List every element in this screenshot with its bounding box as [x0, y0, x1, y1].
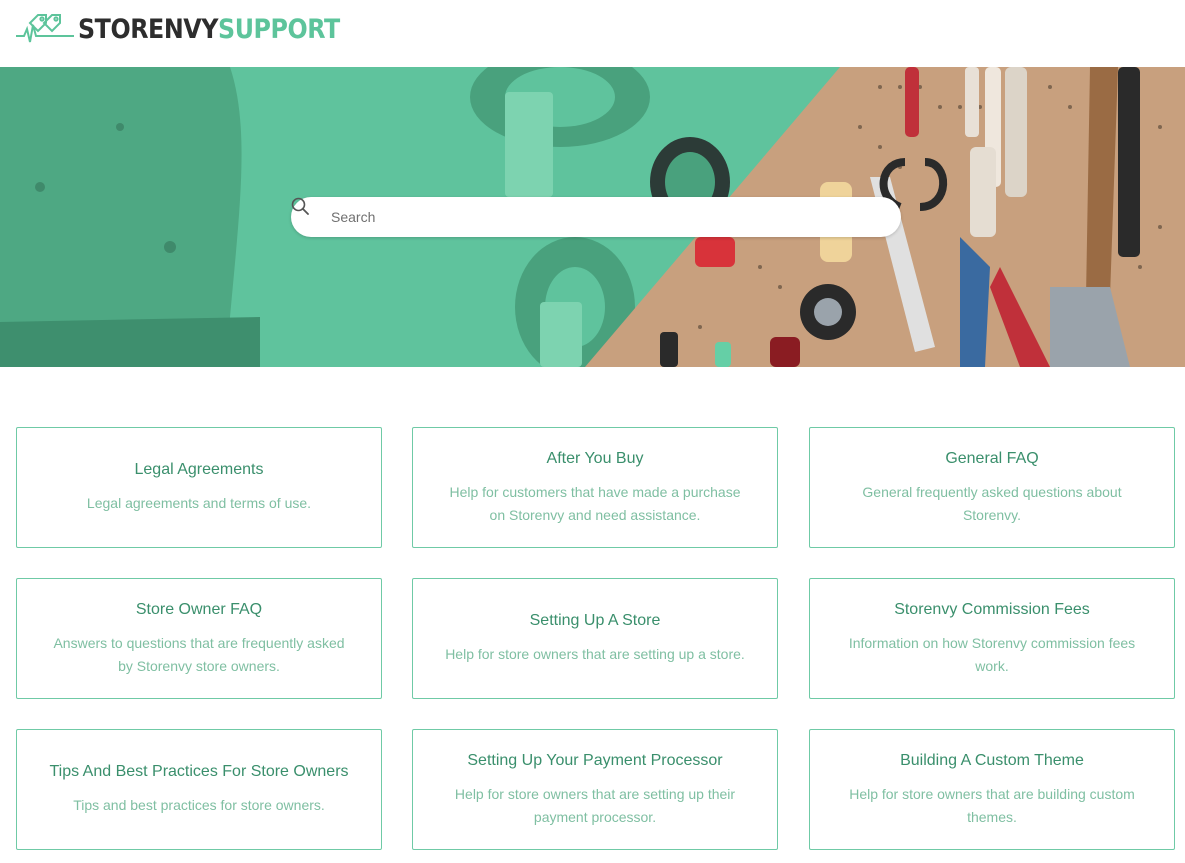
category-title: Store Owner FAQ: [135, 600, 263, 618]
logo-wordmark: STORENVYSUPPORT: [78, 16, 340, 43]
category-description: Help for store owners that are building …: [849, 785, 1135, 825]
category-card-payment-processor[interactable]: Setting Up Your Payment Processor Help f…: [412, 729, 778, 850]
category-title: After You Buy: [546, 449, 644, 467]
category-description: General frequently asked questions about…: [862, 483, 1122, 523]
category-description: Tips and best practices for store owners…: [73, 797, 325, 813]
category-card-legal-agreements[interactable]: Legal Agreements Legal agreements and te…: [16, 427, 382, 548]
storenvy-support-logo[interactable]: STORENVYSUPPORT: [16, 10, 376, 48]
logo-text-storenvy: STORENVY: [78, 13, 219, 45]
category-description: Help for store owners that are setting u…: [454, 785, 736, 825]
category-card-commission-fees[interactable]: Storenvy Commission Fees Information on …: [809, 578, 1175, 699]
category-title: Building A Custom Theme: [900, 751, 1084, 769]
category-card-after-you-buy[interactable]: After You Buy Help for customers that ha…: [412, 427, 778, 548]
category-title: General FAQ: [945, 449, 1039, 467]
heartbeat-tag-logo-icon: [16, 14, 74, 43]
category-description: Legal agreements and terms of use.: [86, 495, 312, 511]
category-title: Storenvy Commission Fees: [894, 600, 1090, 618]
category-description: Answers to questions that are frequently…: [53, 634, 345, 674]
search-bar[interactable]: [291, 197, 901, 237]
site-header: STORENVYSUPPORT: [0, 0, 1185, 67]
category-title: Setting Up A Store: [529, 612, 661, 629]
category-title: Tips And Best Practices For Store Owners: [49, 763, 349, 780]
category-description: Information on how Storenvy commission f…: [848, 634, 1136, 674]
category-card-store-owner-faq[interactable]: Store Owner FAQ Answers to questions tha…: [16, 578, 382, 699]
category-title: Legal Agreements: [134, 461, 264, 478]
search-icon: [291, 197, 309, 215]
category-card-setting-up-a-store[interactable]: Setting Up A Store Help for store owners…: [412, 578, 778, 699]
category-description: Help for customers that have made a purc…: [449, 483, 741, 523]
logo-text-support: SUPPORT: [218, 13, 340, 45]
category-card-general-faq[interactable]: General FAQ General frequently asked que…: [809, 427, 1175, 548]
category-title: Setting Up Your Payment Processor: [467, 751, 723, 769]
category-card-custom-theme[interactable]: Building A Custom Theme Help for store o…: [809, 729, 1175, 850]
category-description: Help for store owners that are setting u…: [445, 646, 745, 662]
search-input[interactable]: [331, 197, 881, 237]
category-card-tips-best-practices[interactable]: Tips And Best Practices For Store Owners…: [16, 729, 382, 850]
hero-banner: [0, 67, 1185, 367]
